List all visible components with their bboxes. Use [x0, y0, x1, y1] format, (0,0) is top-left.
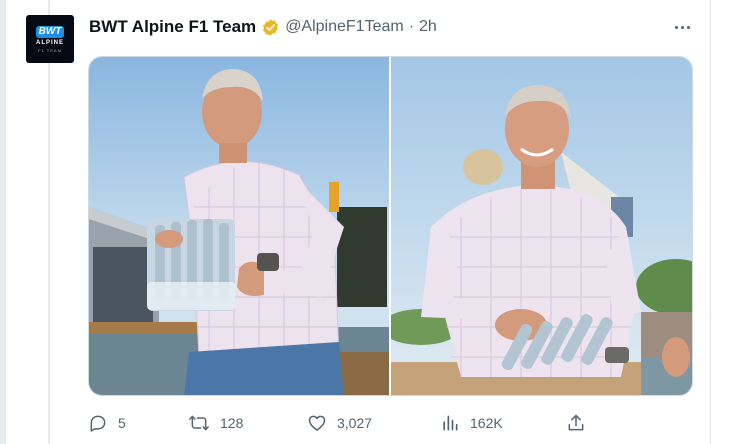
- retweet-button[interactable]: 128: [188, 410, 243, 436]
- reply-icon: [88, 413, 108, 433]
- timeline-divider: [710, 0, 711, 444]
- window-frame-left: [0, 0, 6, 444]
- avatar-logo-alpine: ALPINE: [35, 39, 64, 46]
- like-count: 3,027: [337, 415, 373, 431]
- more-dot: [680, 25, 684, 29]
- retweet-count: 128: [220, 415, 244, 431]
- avatar-logo-bwt: BWT: [35, 25, 65, 38]
- views-count: 162K: [470, 415, 503, 431]
- tweet-header: BWT Alpine F1 Team @AlpineF1Team · 2h: [89, 16, 437, 38]
- tweet-timestamp[interactable]: 2h: [419, 18, 437, 36]
- retweet-icon: [188, 413, 210, 433]
- more-dot: [686, 25, 690, 29]
- thread-line: [48, 0, 50, 444]
- reply-count: 5: [118, 415, 126, 431]
- like-button[interactable]: 3,027: [307, 410, 372, 436]
- photo-jeremy-carrying-water-bottles[interactable]: [89, 57, 389, 395]
- verified-badge-icon[interactable]: [261, 18, 280, 37]
- photo-jeremy-smiling-with-water-bottles[interactable]: [391, 57, 692, 395]
- share-button[interactable]: [566, 410, 586, 436]
- avatar-logo-f1: F1 TEAM: [38, 47, 62, 53]
- more-dot: [674, 25, 678, 29]
- analytics-bar-chart-icon: [440, 413, 460, 433]
- reply-button[interactable]: 5: [88, 410, 126, 436]
- avatar[interactable]: BWT ALPINE F1 TEAM: [26, 15, 74, 63]
- heart-icon: [307, 413, 327, 433]
- share-upload-icon: [566, 413, 586, 433]
- tweet-media-grid: [88, 56, 693, 396]
- tweet-action-bar: 5 128 3,027 162K: [88, 410, 593, 436]
- views-button[interactable]: 162K: [440, 410, 503, 436]
- author-handle[interactable]: @AlpineF1Team: [285, 18, 404, 36]
- author-display-name[interactable]: BWT Alpine F1 Team: [89, 17, 256, 37]
- separator-dot: ·: [408, 18, 415, 35]
- more-options-icon[interactable]: [671, 18, 693, 36]
